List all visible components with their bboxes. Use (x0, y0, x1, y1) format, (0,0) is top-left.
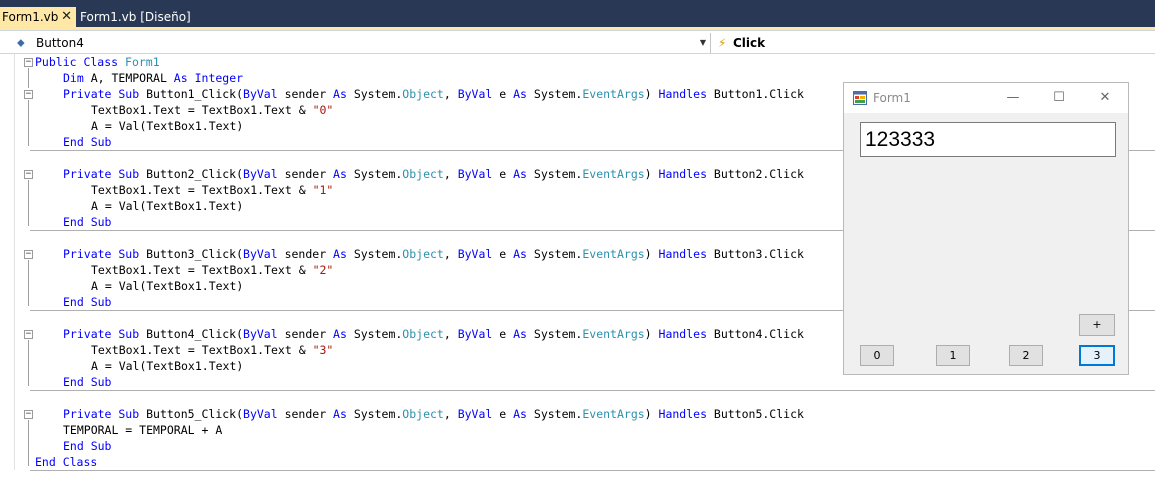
textbox1[interactable]: 123333 (860, 122, 1116, 157)
form1-window: Form1 — ☐ ✕ 123333 + 0 1 2 3 (843, 82, 1129, 375)
outline-line (28, 100, 29, 146)
object-dropdown-value: Button4 (36, 36, 84, 50)
code-line: Private Sub Button4_Click(ByVal sender A… (63, 327, 804, 341)
end-separator (30, 470, 1155, 471)
event-dropdown[interactable]: ⚡ Click (716, 33, 1155, 53)
chevron-down-icon[interactable]: ▼ (700, 33, 706, 53)
button-2[interactable]: 2 (1009, 345, 1043, 366)
code-line: End Sub (63, 295, 112, 309)
close-button[interactable]: ✕ (1090, 87, 1120, 109)
code-line: Private Sub Button3_Click(ByVal sender A… (63, 247, 804, 261)
minimize-button[interactable]: — (998, 87, 1028, 109)
window-title: Form1 (873, 91, 911, 105)
collapse-icon[interactable]: − (24, 58, 33, 67)
code-line: A = Val(TextBox1.Text) (91, 119, 244, 133)
collapse-icon[interactable]: − (24, 90, 33, 99)
tab-form1-designer[interactable]: Form1.vb [Diseño] (78, 7, 195, 27)
button-0[interactable]: 0 (860, 345, 894, 366)
outline-line (28, 180, 29, 226)
collapse-icon[interactable]: − (24, 170, 33, 179)
maximize-button[interactable]: ☐ (1044, 87, 1074, 109)
code-line: End Class (35, 455, 98, 469)
window-titlebar[interactable]: Form1 — ☐ ✕ (844, 83, 1128, 113)
lightning-icon: ⚡ (718, 36, 727, 50)
tab-form1-vb[interactable]: Form1.vb ✕ (0, 7, 76, 27)
button-3[interactable]: 3 (1079, 345, 1115, 366)
outline-line (28, 68, 29, 88)
outline-line (28, 260, 29, 306)
code-line: TEMPORAL = TEMPORAL + A (63, 423, 223, 437)
navigation-bar: ⬥ Button4 ▼ ⚡ Click (0, 30, 1155, 54)
collapse-icon[interactable]: − (24, 250, 33, 259)
code-line: Dim A, TEMPORAL As Integer (63, 71, 244, 85)
tab-label: Form1.vb [Diseño] (80, 10, 191, 24)
event-dropdown-value: Click (733, 36, 766, 50)
object-dropdown[interactable]: ⬥ Button4 ▼ (0, 33, 711, 53)
code-line: Private Sub Button5_Click(ByVal sender A… (63, 407, 804, 421)
close-icon[interactable]: ✕ (61, 7, 72, 27)
form-app-icon (853, 91, 867, 105)
code-line: End Sub (63, 215, 112, 229)
code-line: TextBox1.Text = TextBox1.Text & "2" (91, 263, 334, 277)
code-line: End Sub (63, 375, 112, 389)
control-icon: ⬥ (17, 36, 25, 49)
code-line: TextBox1.Text = TextBox1.Text & "1" (91, 183, 334, 197)
outline-line (28, 340, 29, 386)
editor-gutter (14, 54, 15, 470)
code-line: TextBox1.Text = TextBox1.Text & "0" (91, 103, 334, 117)
code-line: A = Val(TextBox1.Text) (91, 359, 244, 373)
code-line: TextBox1.Text = TextBox1.Text & "3" (91, 343, 334, 357)
code-line: A = Val(TextBox1.Text) (91, 199, 244, 213)
collapse-icon[interactable]: − (24, 330, 33, 339)
collapse-icon[interactable]: − (24, 410, 33, 419)
code-line: Public Class Form1 (35, 55, 160, 69)
method-separator (30, 390, 1155, 391)
plus-button[interactable]: + (1079, 314, 1115, 336)
button-1[interactable]: 1 (936, 345, 970, 366)
outline-line (28, 420, 29, 466)
document-tab-bar: Form1.vb ✕ Form1.vb [Diseño] (0, 0, 1155, 27)
code-line: Private Sub Button2_Click(ByVal sender A… (63, 167, 804, 181)
code-line: A = Val(TextBox1.Text) (91, 279, 244, 293)
code-line: Private Sub Button1_Click(ByVal sender A… (63, 87, 804, 101)
code-line: End Sub (63, 439, 112, 453)
code-line: End Sub (63, 135, 112, 149)
tab-label: Form1.vb (2, 10, 59, 24)
